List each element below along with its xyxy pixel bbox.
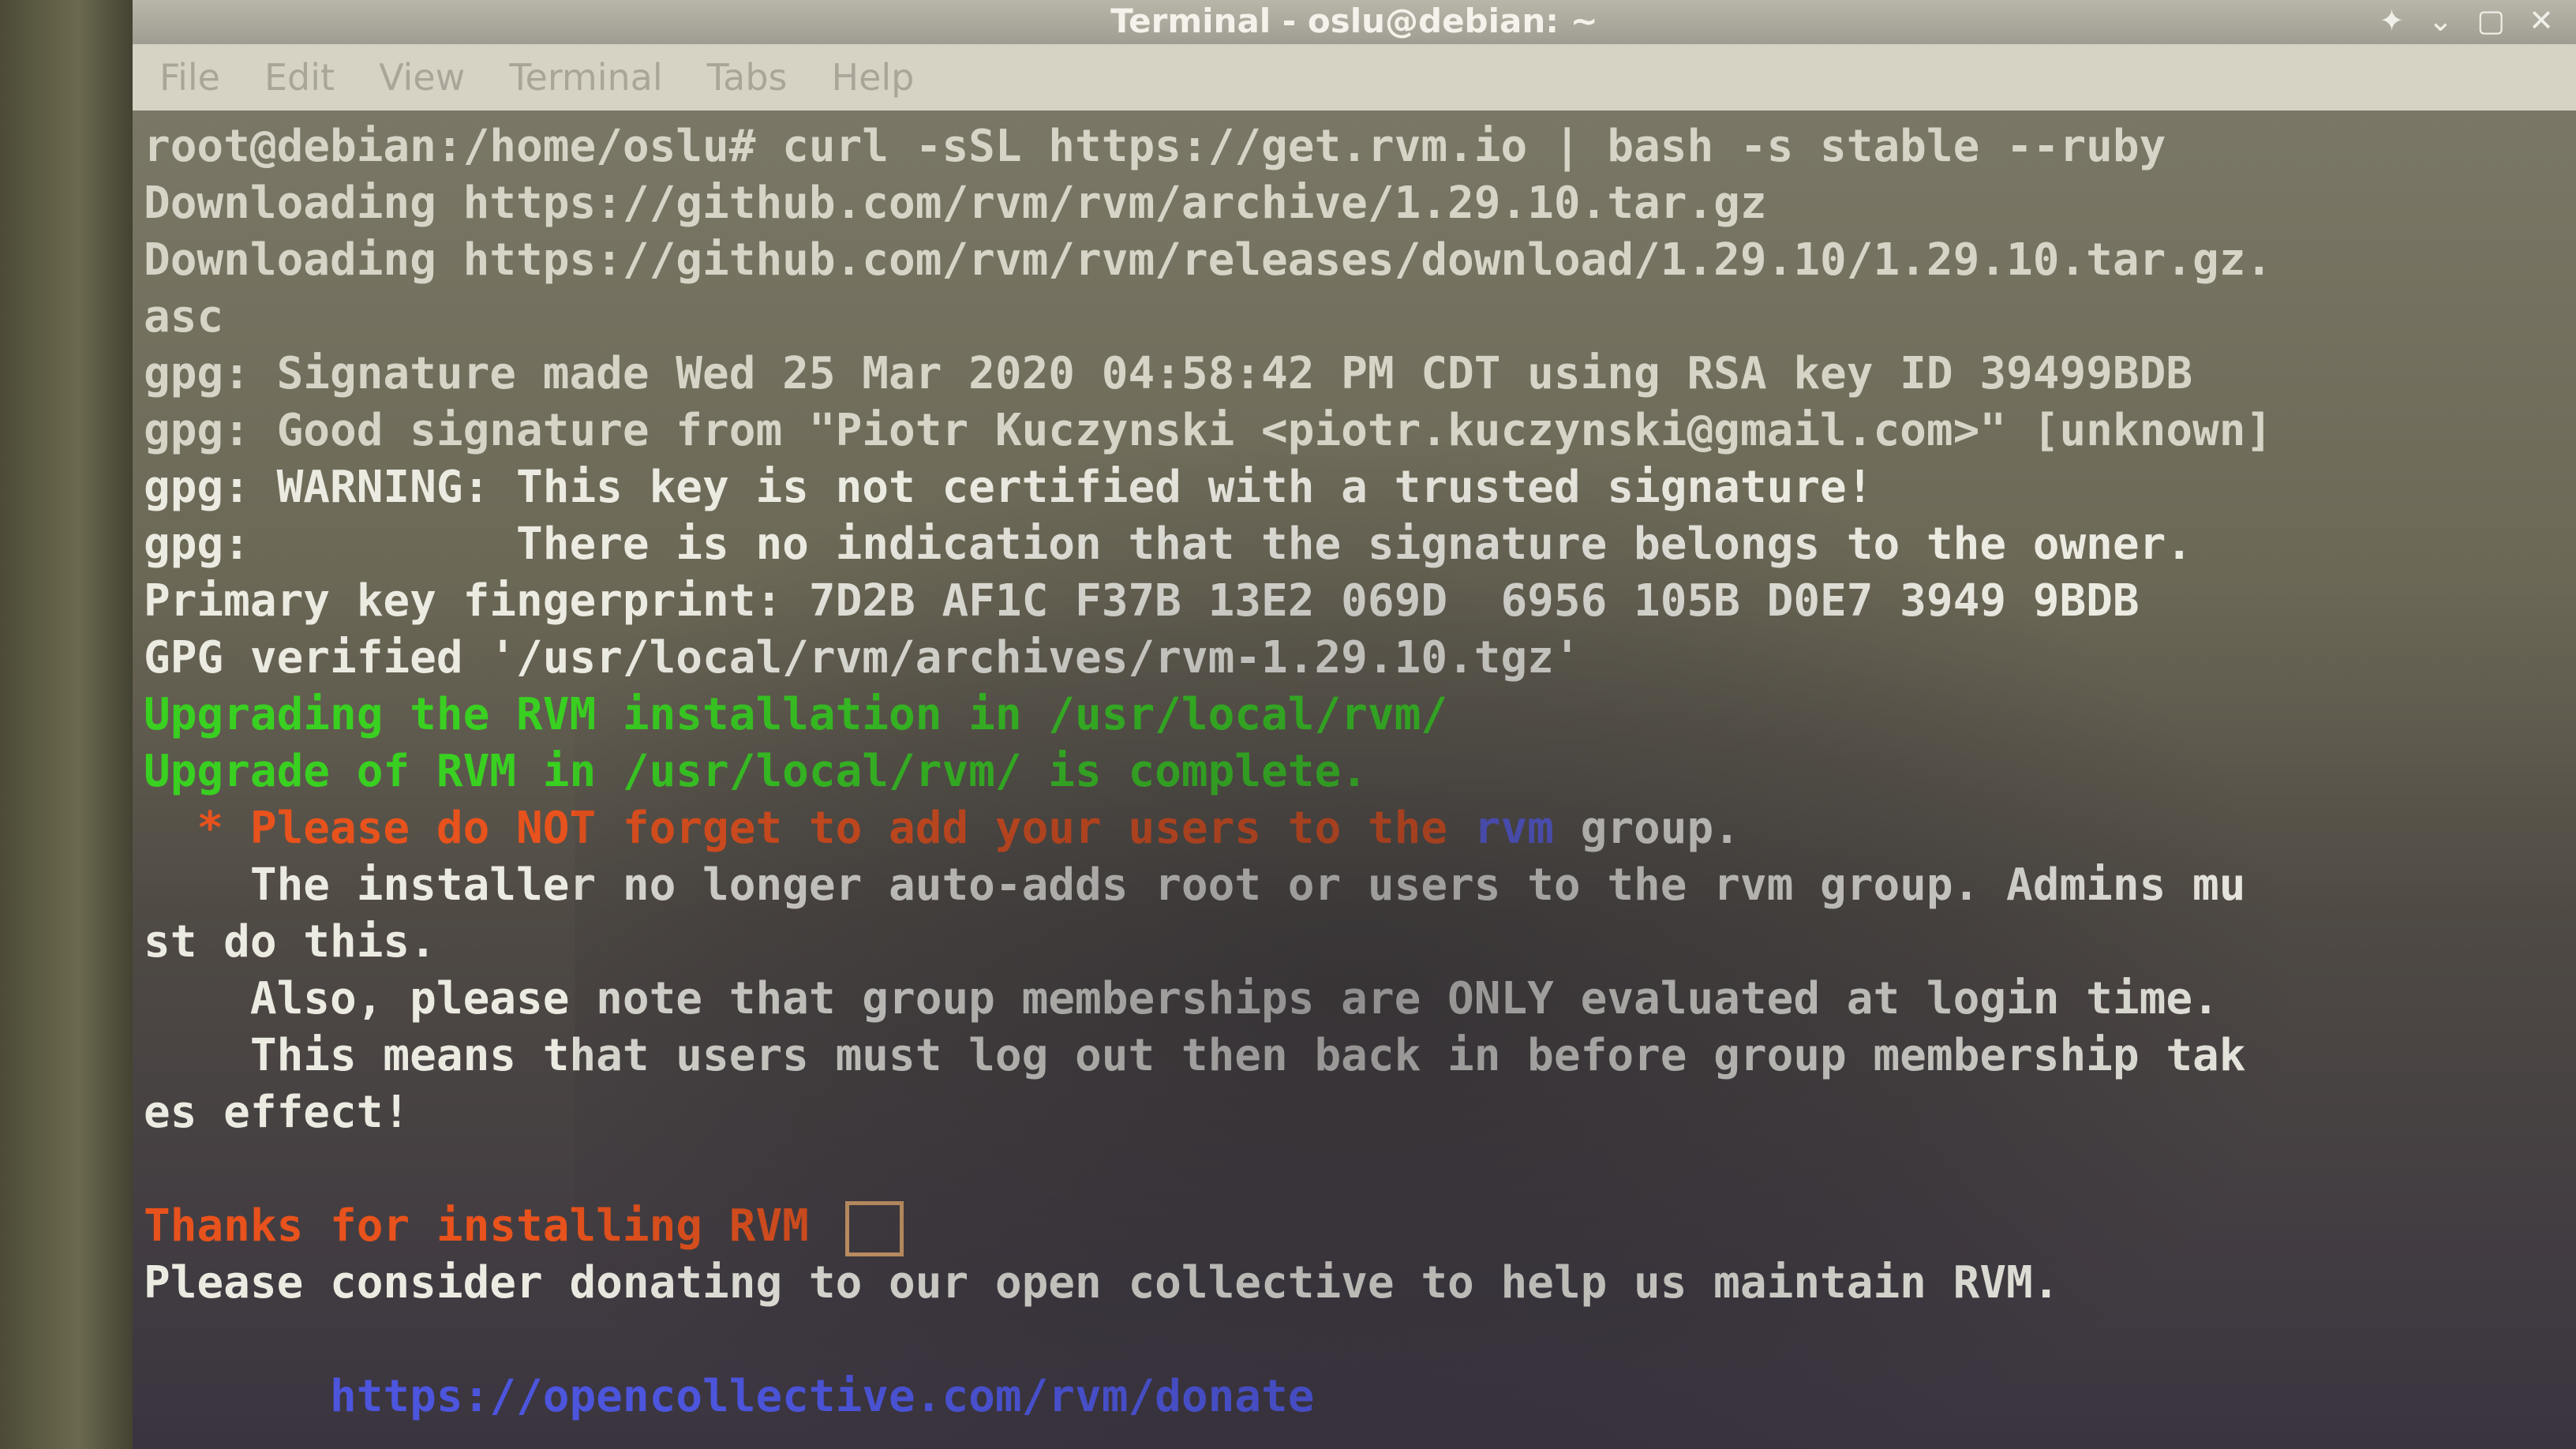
monitor-bezel (0, 0, 142, 1449)
terminal-text: group. (1553, 803, 1740, 854)
terminal-line: gpg: Good signature from "Piotr Kuczynsk… (144, 402, 2576, 459)
unicode-glyph-box-icon (844, 1200, 904, 1256)
terminal-text: es effect! (144, 1087, 410, 1138)
terminal-line: Also, please note that group memberships… (144, 971, 2576, 1028)
terminal-text: Downloading https://github.com/rvm/rvm/r… (144, 234, 2273, 286)
terminal-text: Thanks for installing RVM (144, 1200, 809, 1252)
terminal-text: st do this. (144, 916, 436, 968)
menu-file[interactable]: File (159, 56, 220, 99)
menu-terminal[interactable]: Terminal (509, 56, 662, 99)
terminal-line: The installer no longer auto-adds root o… (144, 857, 2576, 914)
terminal-text: The installer no longer auto-adds root o… (144, 859, 2246, 911)
terminal-line: asc (144, 289, 2576, 346)
terminal-line: Please consider donating to our open col… (144, 1255, 2576, 1312)
terminal-text: Please consider donating to our open col… (144, 1257, 2060, 1309)
terminal-text: Primary key fingerprint: 7D2B AF1C F37B … (144, 575, 2140, 627)
terminal-line: root@debian:/home/oslu# curl -sSL https:… (144, 118, 2576, 175)
terminal-text: asc (144, 291, 224, 343)
menu-edit[interactable]: Edit (264, 56, 335, 99)
terminal-text: Also, please note that group memberships… (144, 973, 2219, 1024)
terminal-text: GPG verified '/usr/local/rvm/archives/rv… (144, 632, 1581, 683)
terminal-text: Downloading https://github.com/rvm/rvm/a… (144, 178, 1767, 229)
terminal-line: Downloading https://github.com/rvm/rvm/r… (144, 232, 2576, 289)
terminal-text: Upgrading the RVM installation in /usr/l… (144, 689, 1448, 740)
terminal-line: Primary key fingerprint: 7D2B AF1C F37B … (144, 573, 2576, 630)
window-controls: ✦ ⌄ ▢ ✕ (2379, 3, 2554, 38)
terminal-line: gpg: Signature made Wed 25 Mar 2020 04:5… (144, 346, 2576, 402)
terminal-text: Upgrade of RVM in /usr/local/rvm/ is com… (144, 746, 1368, 797)
terminal-line: Downloading https://github.com/rvm/rvm/a… (144, 175, 2576, 232)
terminal-line: GPG verified '/usr/local/rvm/archives/rv… (144, 630, 2576, 687)
terminal-line: gpg: WARNING: This key is not certified … (144, 459, 2576, 516)
menu-tabs[interactable]: Tabs (707, 56, 788, 99)
terminal-text: * Please do NOT forget to add your users… (144, 803, 1474, 854)
window-title: Terminal - oslu@debian: ~ (1110, 2, 1598, 40)
terminal-line: This means that users must log out then … (144, 1028, 2576, 1084)
terminal-line: * Please do NOT forget to add your users… (144, 800, 2576, 857)
terminal-line: Upgrade of RVM in /usr/local/rvm/ is com… (144, 743, 2576, 800)
terminal-line: gpg: There is no indication that the sig… (144, 516, 2576, 573)
pin-icon[interactable]: ✦ (2379, 3, 2405, 38)
terminal-line: Thanks for installing RVM (144, 1198, 2576, 1256)
terminal-window: Terminal - oslu@debian: ~ ✦ ⌄ ▢ ✕ File E… (133, 0, 2576, 1449)
terminal-text: rvm (1473, 803, 1554, 854)
terminal-line: es effect! (144, 1084, 2576, 1141)
terminal-text: gpg: Good signature from "Piotr Kuczynsk… (144, 405, 2273, 456)
terminal-output[interactable]: root@debian:/home/oslu# curl -sSL https:… (133, 110, 2576, 1449)
terminal-line: st do this. (144, 914, 2576, 971)
menu-bar: File Edit View Terminal Tabs Help (133, 44, 2576, 110)
title-bar[interactable]: Terminal - oslu@debian: ~ ✦ ⌄ ▢ ✕ (133, 0, 2576, 44)
terminal-text: This means that users must log out then … (144, 1030, 2246, 1081)
menu-help[interactable]: Help (832, 56, 915, 99)
terminal-text: gpg: WARNING: This key is not certified … (144, 462, 1874, 513)
terminal-text: root@debian:/home/oslu# curl -sSL https:… (144, 121, 2166, 172)
minimize-icon[interactable]: ⌄ (2428, 3, 2453, 38)
maximize-icon[interactable]: ▢ (2477, 3, 2505, 38)
close-icon[interactable]: ✕ (2529, 3, 2554, 38)
menu-view[interactable]: View (379, 56, 465, 99)
terminal-line: Upgrading the RVM installation in /usr/l… (144, 687, 2576, 743)
terminal-text: gpg: There is no indication that the sig… (144, 519, 2193, 570)
terminal-line: https://opencollective.com/rvm/donate (144, 1368, 2576, 1425)
terminal-text: https://opencollective.com/rvm/donate (144, 1371, 1315, 1422)
terminal-text: gpg: Signature made Wed 25 Mar 2020 04:5… (144, 348, 2193, 399)
